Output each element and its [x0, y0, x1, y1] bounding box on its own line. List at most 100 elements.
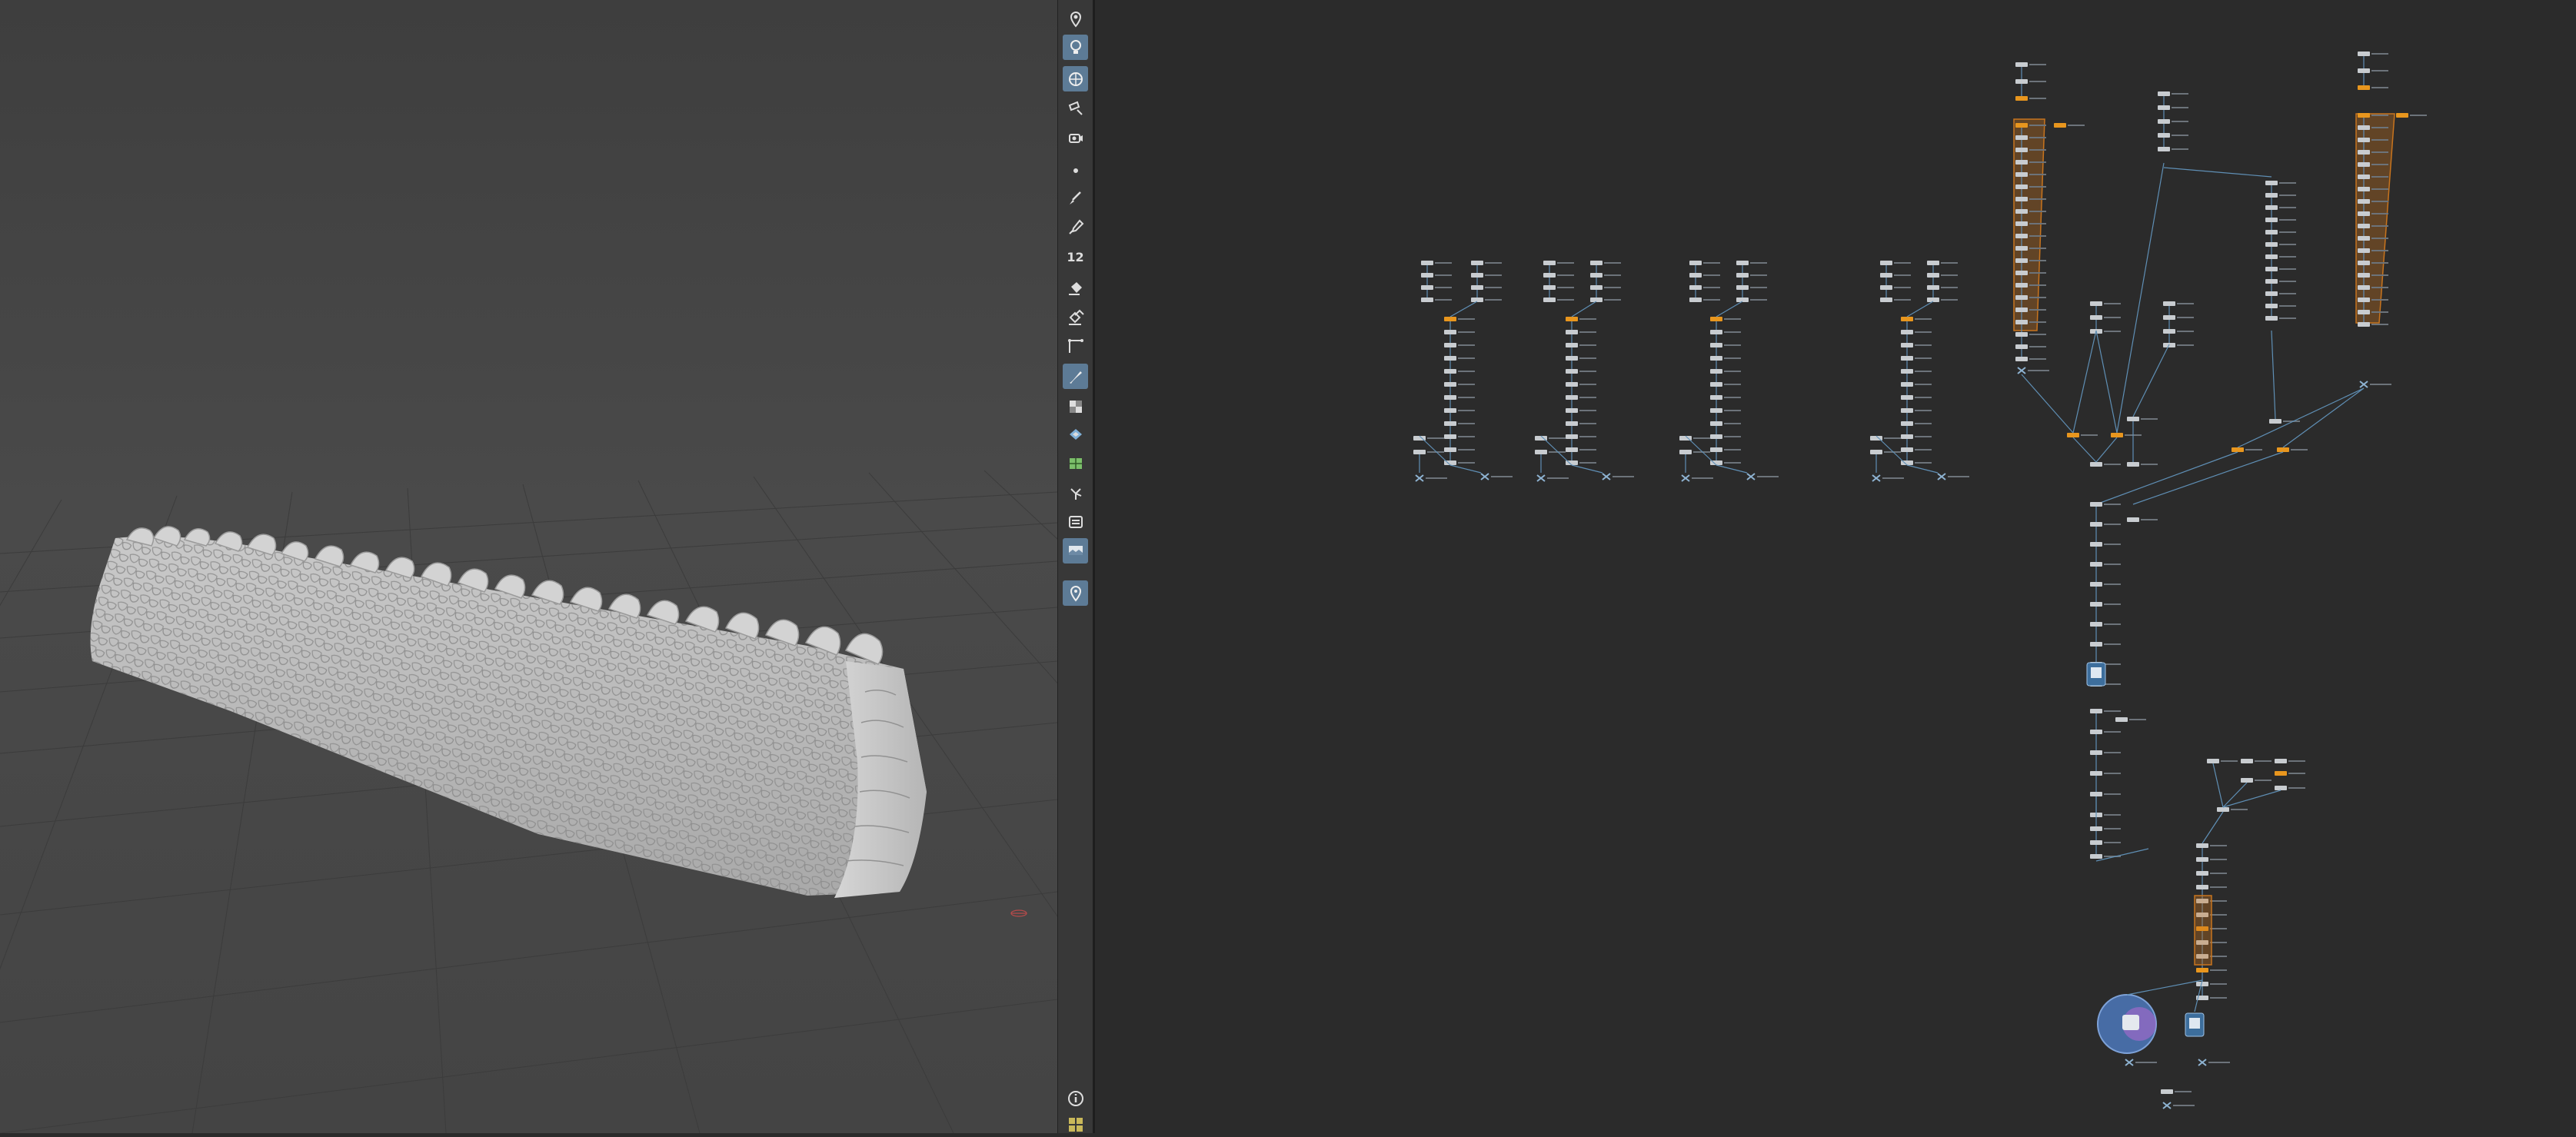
node-label-line[interactable]	[2279, 231, 2296, 233]
node-label-line[interactable]	[1724, 318, 1741, 320]
node[interactable]	[2090, 642, 2102, 647]
node[interactable]	[1566, 382, 1578, 387]
node[interactable]	[1421, 261, 1433, 265]
node-label-line[interactable]	[2210, 969, 2227, 971]
node-label-line[interactable]	[2029, 235, 2046, 237]
node-label-line[interactable]	[1485, 262, 1502, 264]
node-label-line[interactable]	[2279, 244, 2296, 245]
node[interactable]	[2090, 730, 2102, 734]
node[interactable]	[2090, 771, 2102, 776]
node-label-line[interactable]	[2029, 297, 2046, 298]
node[interactable]	[2090, 522, 2102, 527]
node-label-line[interactable]	[2210, 859, 2227, 860]
node[interactable]	[2090, 709, 2102, 713]
node[interactable]	[2265, 242, 2278, 247]
node[interactable]	[1566, 343, 1578, 347]
camera-tool-button[interactable]	[1063, 124, 1088, 149]
node[interactable]	[2090, 582, 2102, 587]
node-label-line[interactable]	[2279, 219, 2296, 221]
node[interactable]	[2358, 273, 2370, 278]
node[interactable]	[2396, 113, 2408, 118]
node-label-line[interactable]	[2279, 182, 2296, 184]
node-label-line[interactable]	[1557, 287, 1574, 288]
node[interactable]	[1471, 261, 1483, 265]
node[interactable]	[1736, 261, 1749, 265]
node[interactable]	[2090, 826, 2102, 831]
node-label-line[interactable]	[2029, 346, 2046, 347]
node-label-line[interactable]	[2177, 303, 2194, 304]
node-label-line[interactable]	[2371, 213, 2388, 214]
node-label-line[interactable]	[1458, 423, 1475, 424]
node[interactable]	[1590, 273, 1603, 278]
node-label-line[interactable]	[2210, 983, 2227, 985]
node-label-line[interactable]	[2029, 248, 2046, 249]
node-label-line[interactable]	[1579, 436, 1596, 437]
node-label-line[interactable]	[2029, 81, 2046, 82]
node-label-line[interactable]	[2279, 281, 2296, 282]
node-label-line[interactable]	[2371, 311, 2388, 313]
node[interactable]	[2358, 187, 2370, 191]
multi-bucket-tool-button[interactable]	[1063, 304, 1088, 330]
node[interactable]	[1444, 421, 1456, 426]
node-label-line[interactable]	[2081, 434, 2098, 436]
node-label-line[interactable]	[1547, 477, 1569, 479]
node-label-line[interactable]	[1579, 371, 1596, 372]
node[interactable]	[2015, 332, 2028, 337]
node-label-line[interactable]	[2029, 137, 2046, 138]
node-label-line[interactable]	[1458, 344, 1475, 346]
node-label-line[interactable]	[2104, 663, 2121, 665]
node-label-line[interactable]	[1458, 410, 1475, 411]
layout-grid-button[interactable]	[1063, 1112, 1088, 1137]
node-label-line[interactable]	[1915, 436, 1932, 437]
node-label-line[interactable]	[2104, 683, 2121, 685]
node-label-line[interactable]	[1427, 437, 1444, 439]
node-label-line[interactable]	[1724, 462, 1741, 464]
node-label-line[interactable]	[1724, 423, 1741, 424]
node-label-line[interactable]	[1948, 476, 1969, 477]
node[interactable]	[1566, 356, 1578, 361]
node[interactable]	[2163, 329, 2175, 334]
node-label-line[interactable]	[2029, 358, 2046, 360]
node[interactable]	[1880, 298, 1892, 302]
node[interactable]	[2015, 185, 2028, 189]
node[interactable]	[2015, 96, 2028, 101]
point-tool-button[interactable]	[1063, 158, 1088, 183]
node[interactable]	[1444, 343, 1456, 347]
node-label-line[interactable]	[1724, 331, 1741, 333]
bucket-fill-tool-button[interactable]	[1063, 275, 1088, 301]
node-label-line[interactable]	[1604, 262, 1621, 264]
node-label-line[interactable]	[1703, 299, 1720, 301]
node[interactable]	[2054, 123, 2066, 128]
node[interactable]	[2265, 279, 2278, 284]
node[interactable]	[1444, 369, 1456, 374]
node[interactable]	[2277, 447, 2289, 452]
node-label-line[interactable]	[1915, 462, 1932, 464]
node-label-line[interactable]	[1724, 371, 1741, 372]
node-label-line[interactable]	[2371, 115, 2388, 116]
node[interactable]	[1901, 421, 1913, 426]
node[interactable]	[2158, 147, 2170, 151]
node-label-line[interactable]	[1458, 318, 1475, 320]
node-label-line[interactable]	[2279, 317, 2296, 319]
node-label-line[interactable]	[2245, 449, 2262, 450]
node[interactable]	[1927, 261, 1939, 265]
node-label-line[interactable]	[2371, 164, 2388, 165]
node-label-line[interactable]	[2104, 603, 2121, 605]
node[interactable]	[1590, 261, 1603, 265]
node[interactable]	[2015, 123, 2028, 128]
node[interactable]	[1689, 298, 1702, 302]
node-label-line[interactable]	[1894, 287, 1911, 288]
node[interactable]	[1689, 261, 1702, 265]
node[interactable]	[2127, 517, 2139, 522]
node-label-line[interactable]	[2208, 1062, 2230, 1063]
node-label-line[interactable]	[2029, 321, 2046, 323]
node-label-line[interactable]	[2371, 324, 2388, 325]
node[interactable]	[1471, 273, 1483, 278]
node-label-line[interactable]	[1882, 477, 1904, 479]
node-label-line[interactable]	[1426, 477, 1447, 479]
node-file-cache-icon[interactable]	[2189, 1018, 2200, 1029]
node-label-line[interactable]	[2291, 449, 2308, 450]
node-label-line[interactable]	[1750, 299, 1767, 301]
node-label-line[interactable]	[1435, 287, 1452, 288]
node-label-line[interactable]	[2371, 250, 2388, 251]
